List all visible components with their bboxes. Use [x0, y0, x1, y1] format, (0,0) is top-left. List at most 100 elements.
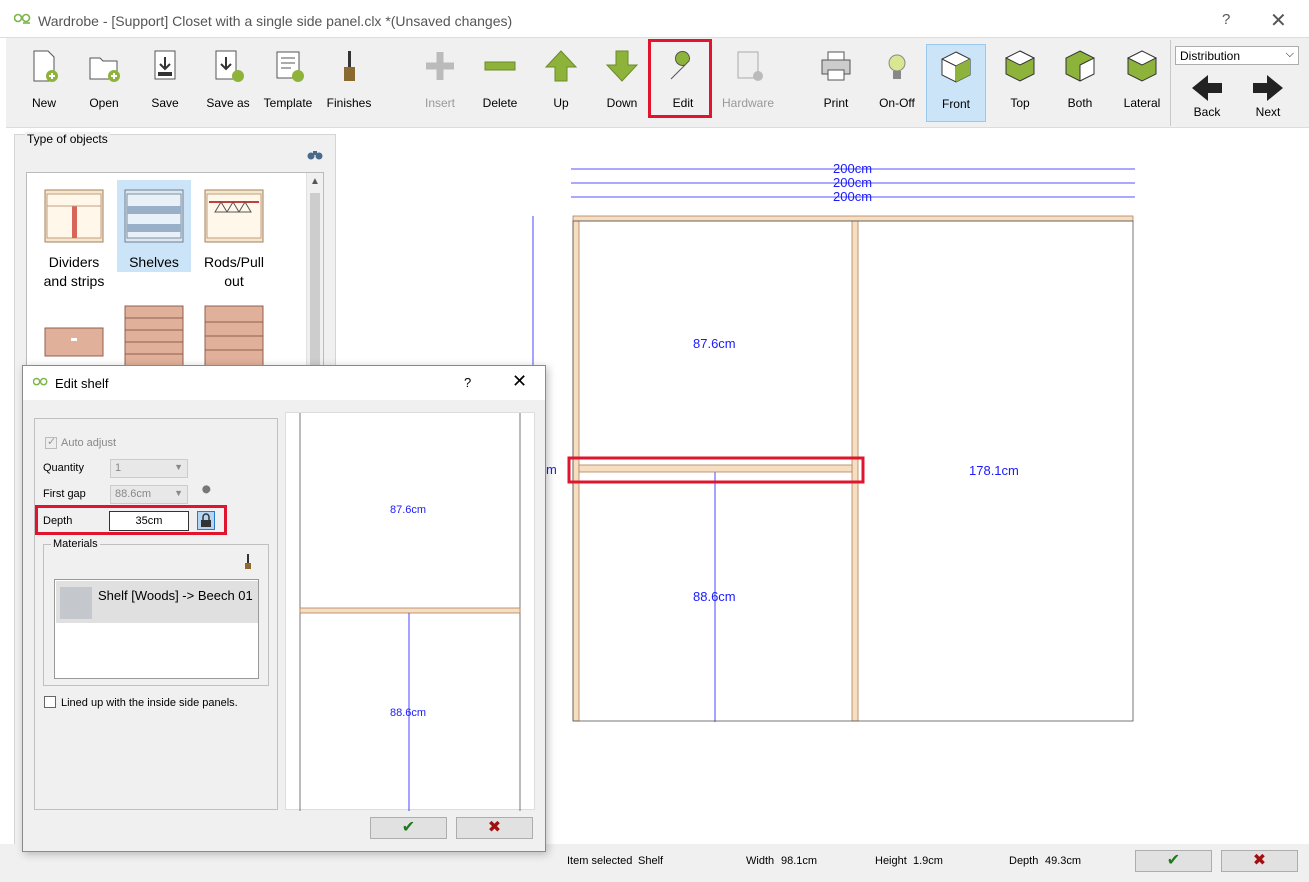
app-logo-icon — [33, 377, 48, 386]
toolbar-button-label: Print — [823, 96, 849, 110]
toolbar-button-new[interactable]: New — [20, 38, 68, 128]
materials-list[interactable]: Shelf [Woods] -> Beech 01 — [54, 579, 259, 679]
paintbrush-icon — [344, 51, 355, 81]
toolbar-button-up[interactable]: Up — [537, 38, 585, 128]
first-gap-select[interactable]: 88.6cm ▼ — [110, 485, 188, 504]
dialog-ok-button[interactable]: ✔ — [370, 817, 447, 839]
shelves-thumbnail-icon — [124, 189, 184, 243]
check-icon: ✔ — [401, 819, 416, 836]
object-drawers-stack[interactable] — [117, 300, 191, 371]
materials-label: Materials — [51, 538, 100, 550]
chevron-down-icon: ▼ — [174, 462, 183, 472]
side-height-label: m — [546, 462, 557, 477]
dialog-close-button[interactable]: ✕ — [512, 371, 527, 392]
arrow-down-icon — [605, 50, 639, 82]
depth-highlight — [35, 505, 227, 535]
plus-icon — [426, 52, 454, 80]
preview-drawing — [299, 413, 521, 811]
dialog-cancel-button[interactable]: ✖ — [456, 817, 533, 839]
edit-highlight — [648, 39, 712, 118]
toolbar-button-down[interactable]: Down — [598, 38, 646, 128]
new-file-icon — [33, 50, 58, 82]
item-selected-value: Shelf — [638, 855, 664, 867]
toolbar-button-top[interactable]: Top — [996, 38, 1044, 128]
view-select[interactable]: Distribution ⌵ — [1175, 46, 1299, 65]
object-shelves[interactable]: Shelves — [117, 180, 191, 272]
paintbrush-icon[interactable] — [243, 554, 253, 573]
object-drawers-stack-2[interactable] — [197, 300, 271, 371]
object-rods-label: Rods/Pull out — [204, 254, 264, 289]
width-dimension-1: 200cm — [833, 161, 873, 176]
dialog-title-bar: Edit shelf ? ✕ — [23, 366, 545, 400]
height-value: 1.9cm — [913, 855, 943, 867]
object-type-list[interactable]: Dividers and strips Shelves Rods/Pull ou… — [26, 172, 324, 372]
scrollbar-thumb[interactable] — [310, 193, 320, 371]
drawers-stack-thumbnail-icon — [124, 305, 184, 367]
right-compartment-height: 178.1cm — [969, 463, 1019, 478]
template-icon — [276, 51, 304, 82]
material-item[interactable]: Shelf [Woods] -> Beech 01 — [56, 581, 258, 623]
toolbar-button-template[interactable]: Template — [262, 38, 314, 128]
lined-up-label: Lined up with the inside side panels. — [61, 697, 238, 709]
toolbar-button-finishes[interactable]: Finishes — [323, 38, 375, 128]
toolbar-button-delete[interactable]: Delete — [476, 38, 524, 128]
object-dividers[interactable]: Dividers and strips — [37, 180, 111, 291]
width-dimension-3: 200cm — [833, 189, 873, 204]
toolbar-button-open[interactable]: Open — [80, 38, 128, 128]
drawers-cabinet-thumbnail-icon — [204, 305, 264, 367]
toolbar-button-print[interactable]: Print — [812, 38, 860, 128]
object-rods[interactable]: Rods/Pull out — [197, 180, 271, 291]
toolbar-button-label: Open — [89, 96, 119, 110]
drawer-thumbnail-icon — [44, 327, 104, 357]
toolbar-button-label: Delete — [482, 96, 518, 110]
toolbar-button-label: Back — [1193, 105, 1221, 119]
cube-both-icon — [1065, 50, 1095, 82]
cancel-button[interactable]: ✖ — [1221, 850, 1298, 872]
cube-front-icon — [941, 51, 971, 83]
chevron-down-icon: ⌵ — [1285, 48, 1294, 60]
save-icon — [154, 50, 176, 80]
lined-up-checkbox[interactable] — [44, 696, 56, 708]
dialog-help-button[interactable]: ? — [464, 375, 471, 390]
upper-compartment-height: 87.6cm — [693, 336, 736, 351]
object-list-scrollbar[interactable]: ▲ — [306, 173, 323, 371]
save-as-icon — [215, 50, 244, 82]
help-button[interactable]: ? — [1222, 11, 1230, 28]
arrow-right-icon — [1253, 75, 1283, 101]
toolbar-button-lateral[interactable]: Lateral — [1116, 38, 1168, 128]
quantity-label: Quantity — [43, 462, 84, 474]
dividers-thumbnail-icon — [44, 189, 104, 243]
toolbar-button-save-as[interactable]: Save as — [202, 38, 254, 128]
binoculars-icon[interactable] — [307, 148, 323, 163]
toolbar-button-on-off[interactable]: On-Off — [873, 38, 921, 128]
toolbar-button-both[interactable]: Both — [1056, 38, 1104, 128]
depth-value: 49.3cm — [1045, 855, 1082, 867]
quantity-select[interactable]: 1 ▼ — [110, 459, 188, 478]
confirm-button[interactable]: ✔ — [1135, 850, 1212, 872]
window-title: Wardrobe - [Support] Closet with a singl… — [38, 13, 513, 29]
check-icon: ✔ — [1166, 852, 1181, 869]
toolbar-button-label: Up — [553, 96, 569, 110]
toolbar-button-label: Finishes — [326, 96, 372, 110]
close-button[interactable]: ✕ — [1270, 8, 1287, 33]
preview-lower-height: 88.6cm — [390, 707, 427, 719]
shelf-preview: 87.6cm 88.6cm — [285, 412, 535, 811]
lower-compartment-height: 88.6cm — [693, 589, 736, 604]
toolbar-separator — [1170, 40, 1171, 126]
scroll-up-icon[interactable]: ▲ — [310, 176, 320, 187]
wrench-icon[interactable] — [198, 485, 216, 506]
printer-icon — [821, 51, 851, 81]
app-logo-icon — [14, 13, 31, 24]
object-drawer[interactable] — [37, 300, 111, 371]
chevron-down-icon: ▼ — [174, 488, 183, 498]
auto-adjust-checkbox[interactable] — [45, 435, 57, 449]
open-folder-icon — [89, 57, 120, 82]
cross-icon: ✖ — [487, 819, 502, 836]
toolbar-button-label: Top — [1010, 96, 1030, 110]
item-selected-label: Item selected — [567, 855, 633, 867]
toolbar-button-front[interactable]: Front — [926, 44, 986, 122]
arrow-left-icon — [1192, 75, 1222, 101]
depth-label: Depth — [1009, 855, 1039, 867]
toolbar-button-save[interactable]: Save — [141, 38, 189, 128]
toolbar-button-label: Both — [1067, 96, 1093, 110]
